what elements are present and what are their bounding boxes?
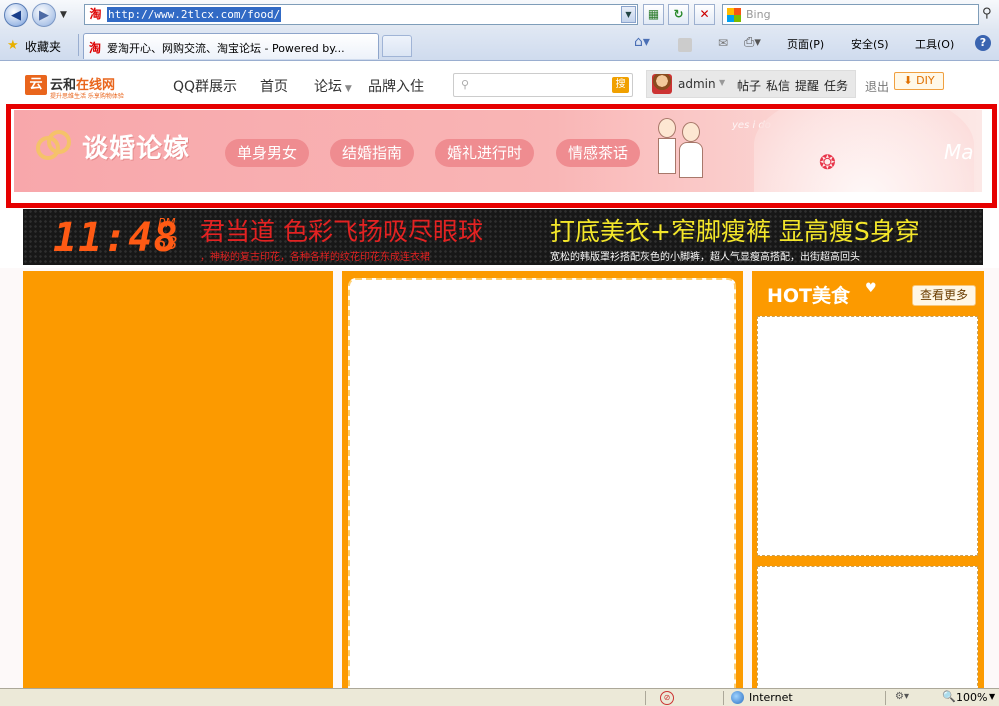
ad-1-subtitle: ，神秘的复古印花，各种各样的纹花印花东成连衣裙 bbox=[200, 252, 430, 263]
clock-ampm: PM bbox=[158, 216, 176, 230]
user-link-posts[interactable]: 帖子 bbox=[737, 77, 761, 94]
logo-mark-icon: 云 bbox=[25, 75, 47, 95]
nav-brands[interactable]: 品牌入住 bbox=[368, 76, 424, 96]
tools-menu[interactable]: 工具(O) bbox=[915, 36, 954, 52]
highlight-box bbox=[6, 104, 997, 208]
divider bbox=[645, 691, 646, 705]
arrow-left-icon: ◀ bbox=[11, 7, 21, 23]
zoom-level[interactable]: 100% bbox=[956, 691, 987, 704]
diy-button[interactable]: ⬇ DIY bbox=[894, 72, 944, 90]
security-zone: Internet bbox=[749, 691, 793, 704]
nav-forum[interactable]: 论坛 ▼ bbox=[314, 76, 352, 96]
zoom-icon[interactable]: 🔍 bbox=[942, 690, 956, 703]
recent-pages-dropdown[interactable]: ▼ bbox=[60, 10, 72, 20]
divider bbox=[885, 691, 886, 705]
right-column: HOT美食 ♥ 查看更多 bbox=[752, 271, 984, 688]
popup-blocked-icon[interactable]: ⊘ bbox=[660, 691, 674, 705]
divider bbox=[78, 34, 79, 56]
stop-icon[interactable]: ✕ bbox=[694, 4, 715, 25]
left-column bbox=[23, 271, 333, 688]
search-placeholder: Bing bbox=[746, 8, 771, 21]
address-dropdown-button[interactable]: ▼ bbox=[621, 6, 636, 23]
help-icon[interactable]: ? bbox=[975, 35, 991, 51]
search-go-icon[interactable]: ⚲ bbox=[982, 6, 998, 24]
favorites-star-icon[interactable]: ★ bbox=[7, 38, 19, 53]
diy-label: DIY bbox=[916, 74, 935, 87]
heart-icon: ♥ bbox=[865, 281, 877, 296]
forward-button[interactable]: ▶ bbox=[32, 3, 56, 27]
tab-active[interactable]: 淘 爱淘开心、网购交流、淘宝论坛 - Powered by... bbox=[83, 33, 379, 59]
refresh-icon[interactable]: ↻ bbox=[668, 4, 689, 25]
site-logo[interactable]: 云 云和在线网 提升思维生活 乐享购物体验 bbox=[25, 72, 133, 100]
site-header: 云 云和在线网 提升思维生活 乐享购物体验 QQ群展示 首页 论坛 ▼ 品牌入住… bbox=[0, 62, 999, 106]
ad-1-headline[interactable]: 君当道 色彩飞扬吸尽眼球 bbox=[200, 217, 483, 247]
hot-food-panel bbox=[757, 316, 978, 556]
back-button[interactable]: ◀ bbox=[4, 3, 28, 27]
address-bar[interactable]: 淘 http://www.2tlcx.com/food/ ▼ bbox=[84, 4, 638, 25]
logout-link[interactable]: 退出 bbox=[865, 78, 889, 95]
clock-seconds: 53 bbox=[156, 233, 178, 254]
new-tab-button[interactable] bbox=[382, 35, 412, 57]
nav-forum-label: 论坛 bbox=[314, 79, 342, 95]
tab-title: 爱淘开心、网购交流、淘宝论坛 - Powered by... bbox=[107, 42, 345, 55]
tab-bar: ★ 收藏夹 淘 爱淘开心、网购交流、淘宝论坛 - Powered by... ⌂… bbox=[0, 30, 999, 61]
avatar[interactable] bbox=[652, 74, 672, 94]
ad-2-headline[interactable]: 打底美衣+窄脚瘦裤 显高瘦S身穿 bbox=[550, 217, 920, 247]
print-icon[interactable]: ⎙▾ bbox=[744, 35, 761, 50]
chevron-down-icon: ▼ bbox=[342, 84, 352, 94]
mail-icon[interactable]: ✉ bbox=[718, 36, 728, 50]
search-field[interactable]: Bing bbox=[722, 4, 979, 25]
compatibility-view-icon[interactable]: ▦ bbox=[643, 4, 664, 25]
page-viewport: 云 云和在线网 提升思维生活 乐享购物体验 QQ群展示 首页 论坛 ▼ 品牌入住… bbox=[0, 62, 999, 688]
user-link-notices[interactable]: 提醒 bbox=[795, 77, 819, 94]
browser-toolbar: ◀ ▶ ▼ 淘 http://www.2tlcx.com/food/ ▼ ▦ ↻… bbox=[0, 0, 999, 30]
download-arrow-icon: ⬇ bbox=[903, 74, 913, 87]
hot-food-title: HOT美食 bbox=[767, 285, 851, 307]
center-panel bbox=[348, 278, 736, 688]
ad-2-subtitle: 宽松的韩版罩衫搭配灰色的小脚裤，超人气显瘦高搭配，出街超高回头 bbox=[550, 252, 860, 263]
protected-mode-icon[interactable]: ⚙▾ bbox=[895, 691, 909, 702]
user-menu: admin ▼ 帖子 私信 提醒 任务 bbox=[646, 70, 856, 98]
search-icon: ⚲ bbox=[461, 78, 470, 91]
nav-qq-groups[interactable]: QQ群展示 bbox=[173, 76, 237, 96]
hot-food-panel bbox=[757, 566, 978, 688]
status-bar: ⊘ Internet ⚙▾ 🔍 100% ▼ bbox=[0, 688, 999, 706]
arrow-right-icon: ▶ bbox=[39, 7, 49, 23]
site-search-button[interactable]: 搜 bbox=[612, 77, 629, 93]
logo-tagline: 提升思维生活 乐享购物体验 bbox=[50, 93, 124, 100]
center-column bbox=[342, 271, 743, 688]
bing-logo-icon bbox=[727, 8, 741, 22]
site-favicon-icon: 淘 bbox=[88, 7, 103, 22]
user-link-tasks[interactable]: 任务 bbox=[824, 77, 848, 94]
site-search-input[interactable]: ⚲ 搜 bbox=[453, 73, 633, 97]
chevron-down-icon[interactable]: ▼ bbox=[989, 692, 995, 701]
favorites-button[interactable]: 收藏夹 bbox=[25, 38, 61, 55]
led-ad-strip[interactable]: 11:48 PM 53 君当道 色彩飞扬吸尽眼球 ，神秘的复古印花，各种各样的纹… bbox=[23, 209, 983, 265]
address-text[interactable]: http://www.2tlcx.com/food/ bbox=[107, 7, 282, 22]
divider bbox=[723, 691, 724, 705]
page-menu[interactable]: 页面(P) bbox=[787, 36, 824, 52]
tab-favicon-icon: 淘 bbox=[89, 41, 102, 55]
chevron-down-icon: ▼ bbox=[719, 78, 726, 87]
safety-menu[interactable]: 安全(S) bbox=[851, 36, 889, 52]
username[interactable]: admin bbox=[678, 77, 716, 91]
user-link-messages[interactable]: 私信 bbox=[766, 77, 790, 94]
globe-icon bbox=[731, 691, 744, 704]
content-area: HOT美食 ♥ 查看更多 bbox=[0, 268, 999, 688]
view-more-button[interactable]: 查看更多 bbox=[912, 285, 976, 306]
home-icon[interactable]: ⌂▾ bbox=[634, 34, 650, 50]
feeds-icon[interactable] bbox=[678, 38, 692, 52]
nav-home[interactable]: 首页 bbox=[260, 76, 288, 96]
